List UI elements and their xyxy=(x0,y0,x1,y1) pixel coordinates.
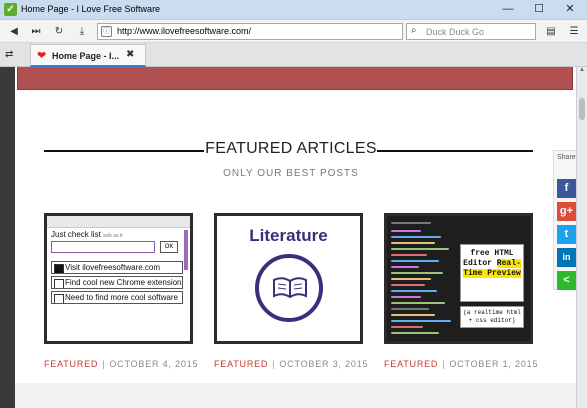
address-bar[interactable]: ⓘ http://www.ilovefreesoftware.com/ xyxy=(97,23,403,40)
thumb-ok-button: OK xyxy=(160,241,178,253)
checkmark-app-icon: ✓ xyxy=(4,3,17,16)
article-date: OCTOBER 3, 2015 xyxy=(279,359,369,369)
heart-icon: ❤ xyxy=(37,50,47,62)
section-subtitle: ONLY OUR BEST POSTS xyxy=(223,168,359,179)
article-meta: FEATURED | OCTOBER 4, 2015 xyxy=(44,359,198,369)
linkedin-icon[interactable]: in xyxy=(557,248,576,267)
checklist-item: Find cool new Chrome extensions xyxy=(51,276,183,289)
thumb-title-small: avik as it xyxy=(103,233,123,239)
vertical-scrollbar[interactable]: ▲ xyxy=(576,67,587,408)
url-text[interactable]: http://www.ilovefreesoftware.com/ xyxy=(117,26,251,36)
tabs-icon[interactable]: ⇄ xyxy=(5,49,13,60)
divider xyxy=(44,150,204,152)
thumb-title: Literature xyxy=(249,226,328,245)
badge-line: Editor Real- xyxy=(461,259,523,269)
category-link[interactable]: FEATURED xyxy=(44,359,98,369)
scroll-up-icon[interactable]: ▲ xyxy=(577,67,587,77)
share-panel: Share f g+ t in < xyxy=(553,150,578,290)
article-meta: FEATURED | OCTOBER 1, 2015 xyxy=(384,359,538,369)
facebook-icon[interactable]: f xyxy=(557,179,576,198)
book-icon xyxy=(255,254,323,322)
page-footer-strip xyxy=(15,383,576,408)
article-thumbnail[interactable]: free HTML Editor Real- Time Preview (a r… xyxy=(384,213,533,344)
title-bar: ✓ Home Page - I Love Free Software — ☐ ✕ xyxy=(0,0,587,20)
google-plus-icon[interactable]: g+ xyxy=(557,202,576,221)
minimize-button[interactable]: — xyxy=(494,0,522,20)
category-link[interactable]: FEATURED xyxy=(384,359,438,369)
checklist-item: Need to find more cool software xyxy=(51,291,183,304)
badge-highlight: Real- xyxy=(496,259,521,268)
page-info-icon[interactable]: ⓘ xyxy=(101,26,112,37)
article-date: OCTOBER 4, 2015 xyxy=(109,359,199,369)
thumb-subtitle: (a realtime html + css editor) xyxy=(460,306,524,328)
thumb-scrollbar xyxy=(184,230,188,270)
divider xyxy=(377,150,533,152)
badge-highlight: Time Preview xyxy=(463,269,521,278)
share-label: Share xyxy=(557,154,576,161)
badge-text: Editor xyxy=(463,259,492,268)
page-body: FEATURED ARTICLES ONLY OUR BEST POSTS Ju… xyxy=(15,67,576,408)
reader-icon[interactable]: ▤ xyxy=(543,24,559,40)
back-arrow-icon[interactable]: ◀ xyxy=(6,24,22,40)
thumb-title: Just check list avik as it xyxy=(51,230,122,239)
window-title: Home Page - I Love Free Software xyxy=(21,4,161,14)
web-content: FEATURED ARTICLES ONLY OUR BEST POSTS Ju… xyxy=(0,67,576,408)
header-banner xyxy=(17,67,573,90)
article-thumbnail[interactable]: Just check list avik as it OK Visit ilov… xyxy=(44,213,193,344)
reload-icon[interactable]: ↻ xyxy=(51,24,67,40)
download-icon[interactable]: ⤓ xyxy=(74,24,90,40)
article-date: OCTOBER 1, 2015 xyxy=(449,359,539,369)
thumb-title-text: Just check list xyxy=(51,230,101,239)
tab-label: Home Page - I... xyxy=(52,51,120,61)
section-title: FEATURED ARTICLES xyxy=(205,140,377,157)
browser-chrome-strip xyxy=(47,216,190,228)
scrollbar-thumb[interactable] xyxy=(579,98,585,120)
article-meta: FEATURED | OCTOBER 3, 2015 xyxy=(214,359,368,369)
meta-separator: | xyxy=(102,359,106,369)
checklist-item: Visit ilovefreesoftware.com xyxy=(51,261,183,274)
meta-separator: | xyxy=(272,359,276,369)
badge-line: Time Preview xyxy=(461,269,523,279)
fast-forward-icon[interactable]: ⏭ xyxy=(28,24,44,40)
share-icon[interactable]: < xyxy=(557,271,576,290)
badge-line: free HTML xyxy=(470,249,514,258)
maximize-button[interactable]: ☐ xyxy=(525,0,553,20)
tab-bar: ⇄ ❤ Home Page - I... ✖ xyxy=(0,43,587,67)
search-icon: ⌕ xyxy=(411,25,417,36)
menu-icon[interactable]: ☰ xyxy=(566,24,582,40)
twitter-icon[interactable]: t xyxy=(557,225,576,244)
close-tab-icon[interactable]: ✖ xyxy=(126,49,134,60)
navigation-bar: ◀ ⏭ ↻ ⤓ ⓘ http://www.ilovefreesoftware.c… xyxy=(0,20,587,43)
tab-home-page[interactable]: ❤ Home Page - I... ✖ xyxy=(30,44,146,67)
meta-separator: | xyxy=(442,359,446,369)
article-thumbnail[interactable]: Literature xyxy=(214,213,363,344)
thumb-title: free HTML Editor Real- Time Preview xyxy=(460,244,524,302)
search-input[interactable]: ⌕ Duck Duck Go xyxy=(406,23,536,40)
close-window-button[interactable]: ✕ xyxy=(556,0,584,20)
search-placeholder: Duck Duck Go xyxy=(426,27,485,37)
category-link[interactable]: FEATURED xyxy=(214,359,268,369)
thumb-input xyxy=(51,241,155,253)
